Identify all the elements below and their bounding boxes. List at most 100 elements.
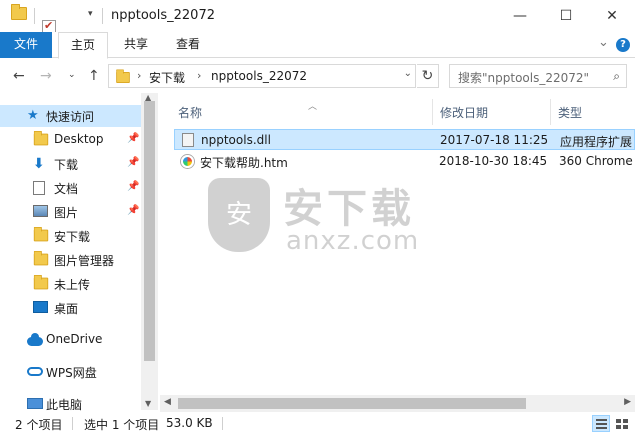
- column-header-type[interactable]: 类型: [550, 99, 635, 125]
- shield-icon: 安: [208, 178, 270, 252]
- status-item-count: 2 个项目: [15, 418, 63, 432]
- search-input[interactable]: 搜索"npptools_22072" ⌕: [449, 64, 627, 88]
- navigation-scrollbar[interactable]: ▲ ▼: [141, 93, 158, 410]
- nav-label: 下载: [54, 158, 79, 172]
- nav-item-downloads[interactable]: ⬇ 下载 📌: [0, 153, 141, 175]
- customize-quick-access-icon[interactable]: ▾: [88, 9, 93, 19]
- column-header-label: 名称: [178, 106, 203, 120]
- document-icon: [33, 181, 45, 195]
- column-header-label: 修改日期: [440, 106, 489, 120]
- file-type: 应用程序扩展: [560, 135, 633, 149]
- navigation-pane: ★ 快速访问 Desktop 📌 ⬇ 下载 📌 文档 📌 图片 📌 安下载 图片…: [0, 93, 141, 412]
- nav-wps[interactable]: WPS网盘: [0, 361, 141, 383]
- forward-arrow-icon[interactable]: →: [40, 68, 52, 84]
- breadcrumb-item[interactable]: npptools_22072: [211, 69, 307, 83]
- minimize-button[interactable]: —: [497, 0, 543, 32]
- file-modified: 2017-07-18 11:25: [440, 133, 549, 147]
- file-modified: 2018-10-30 18:45: [439, 154, 548, 168]
- pictures-icon: [33, 205, 48, 217]
- pin-icon: 📌: [127, 157, 140, 168]
- nav-label: 文档: [54, 182, 79, 196]
- dll-file-icon: [182, 133, 194, 147]
- nav-item-desktop-cn[interactable]: 桌面: [0, 297, 141, 319]
- tab-share[interactable]: 共享: [114, 32, 158, 58]
- search-icon[interactable]: ⌕: [613, 69, 620, 84]
- status-separator: [222, 417, 223, 430]
- ribbon: 文件 主页 共享 查看 ⌄ ?: [0, 32, 635, 59]
- scrollbar-thumb[interactable]: [144, 101, 155, 361]
- file-name: 安下载帮助.htm: [200, 156, 288, 170]
- title-bar: ▾ npptools_22072 — ☐ ✕: [0, 0, 635, 49]
- nav-item-picture-manager[interactable]: 图片管理器: [0, 249, 141, 271]
- maximize-button[interactable]: ☐: [543, 0, 589, 32]
- help-icon[interactable]: ?: [616, 38, 630, 52]
- download-icon: ⬇: [33, 156, 45, 172]
- close-button[interactable]: ✕: [589, 0, 635, 32]
- nav-item-anxz[interactable]: 安下载: [0, 225, 141, 247]
- pin-icon: 📌: [127, 181, 140, 192]
- folder-icon: [33, 274, 49, 290]
- file-name: npptools.dll: [201, 133, 271, 147]
- breadcrumb-separator[interactable]: ›: [137, 69, 141, 82]
- nav-quick-access[interactable]: ★ 快速访问: [0, 105, 141, 127]
- column-header-label: 类型: [558, 106, 583, 120]
- tab-file[interactable]: 文件: [0, 32, 52, 58]
- folder-icon: [33, 130, 49, 146]
- breadcrumb-item[interactable]: 安下载: [149, 69, 185, 86]
- breadcrumb-separator[interactable]: ›: [197, 69, 201, 82]
- tab-view[interactable]: 查看: [166, 32, 210, 58]
- file-list-horizontal-scrollbar[interactable]: ◀ ▶: [160, 395, 635, 412]
- scroll-right-icon[interactable]: ▶: [624, 397, 631, 407]
- address-dropdown-icon[interactable]: ⌄: [404, 68, 412, 79]
- refresh-icon[interactable]: ↻: [417, 64, 439, 88]
- nav-label: 未上传: [54, 278, 91, 292]
- pin-icon: 📌: [127, 205, 140, 216]
- sort-ascending-icon: ︿: [308, 102, 318, 112]
- details-view-icon[interactable]: [592, 415, 610, 432]
- status-bar: 2 个项目 选中 1 个项目 53.0 KB: [0, 412, 635, 435]
- file-type: 360 Chrome: [559, 154, 633, 168]
- nav-item-documents[interactable]: 文档 📌: [0, 177, 141, 199]
- nav-label: 此电脑: [46, 398, 83, 412]
- folder-icon: [116, 69, 130, 84]
- back-arrow-icon[interactable]: ←: [13, 68, 25, 84]
- toolbar-separator: [102, 8, 103, 24]
- large-icons-view-icon[interactable]: [612, 415, 630, 432]
- tab-home[interactable]: 主页: [58, 32, 108, 59]
- nav-label: 安下载: [54, 230, 91, 244]
- search-placeholder: 搜索"npptools_22072": [458, 71, 590, 85]
- nav-item-pictures[interactable]: 图片 📌: [0, 201, 141, 223]
- folder-icon: [33, 250, 49, 266]
- cloud-icon: [27, 333, 43, 346]
- nav-label: OneDrive: [46, 332, 103, 346]
- nav-label: 桌面: [54, 302, 79, 316]
- scroll-down-icon[interactable]: ▼: [145, 399, 151, 408]
- up-arrow-icon[interactable]: ↑: [88, 68, 100, 84]
- scroll-left-icon[interactable]: ◀: [164, 397, 171, 407]
- nav-item-not-uploaded[interactable]: 未上传: [0, 273, 141, 295]
- nav-item-desktop[interactable]: Desktop 📌: [0, 129, 141, 151]
- status-separator: [72, 417, 73, 430]
- nav-onedrive[interactable]: OneDrive: [0, 329, 141, 351]
- star-icon: ★: [27, 108, 39, 123]
- pin-icon: 📌: [127, 133, 140, 144]
- file-row[interactable]: 安下载帮助.htm 2018-10-30 18:45 360 Chrome: [174, 151, 635, 172]
- file-row[interactable]: npptools.dll 2017-07-18 11:25 应用程序扩展: [174, 129, 635, 150]
- column-header-modified[interactable]: 修改日期: [432, 99, 550, 125]
- navigation-bar: ← → ⌄ ↑ › 安下载 › npptools_22072 ⌄ ↻ 搜索"np…: [0, 59, 635, 93]
- watermark-logo: 安 安下载 anxz.com: [208, 176, 468, 266]
- status-selected: 选中 1 个项目: [84, 418, 160, 432]
- computer-icon: [27, 398, 43, 409]
- folder-icon: [33, 226, 49, 242]
- nav-label: 快速访问: [46, 110, 95, 124]
- recent-locations-chevron-icon[interactable]: ⌄: [68, 70, 76, 80]
- address-bar[interactable]: › 安下载 › npptools_22072 ⌄: [108, 64, 416, 88]
- status-size: 53.0 KB: [166, 416, 213, 430]
- wps-cloud-icon: [27, 367, 43, 376]
- scrollbar-thumb[interactable]: [178, 398, 526, 409]
- nav-label: 图片: [54, 206, 79, 220]
- toolbar-separator: [34, 8, 35, 24]
- nav-label: WPS网盘: [46, 366, 97, 380]
- column-header-name[interactable]: ︿ 名称: [170, 99, 432, 125]
- expand-ribbon-icon[interactable]: ⌄: [598, 35, 609, 50]
